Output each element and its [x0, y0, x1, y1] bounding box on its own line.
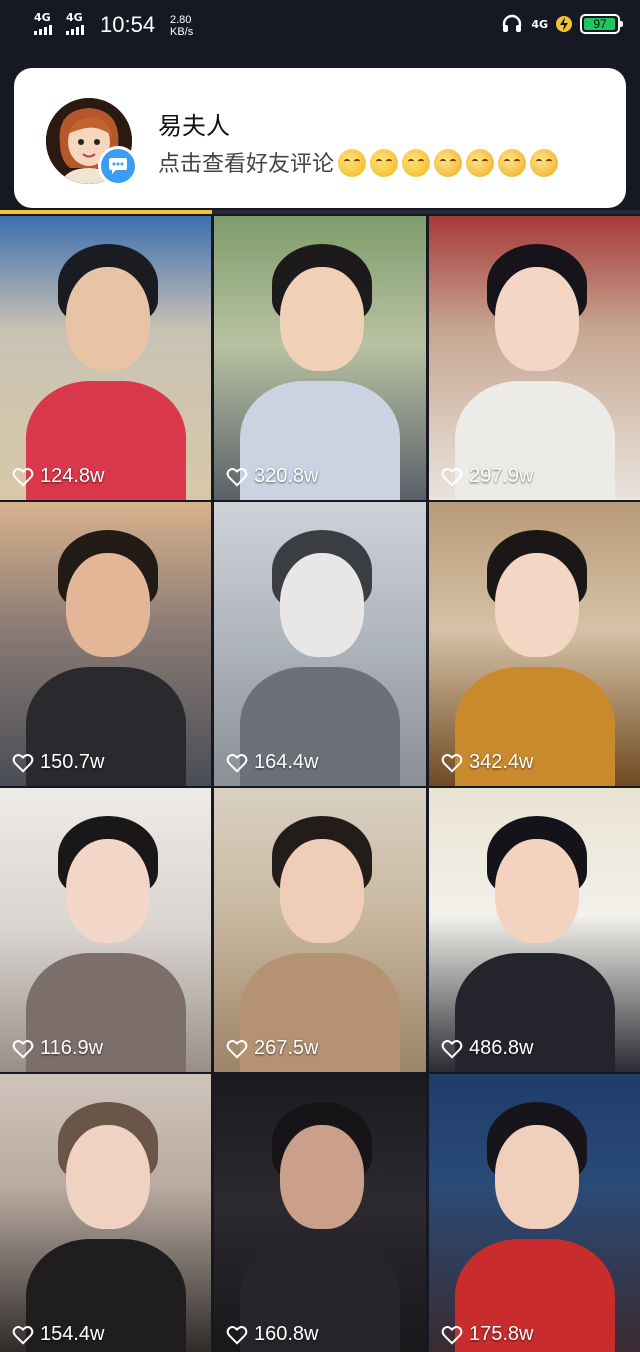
emoji-icon [338, 149, 367, 177]
video-thumbnail[interactable]: 342.4w [429, 502, 640, 786]
video-thumbnail[interactable]: 175.8w [429, 1074, 640, 1352]
clock: 10:54 [100, 12, 156, 37]
heart-icon [12, 467, 34, 487]
headset-icon [501, 14, 523, 34]
video-thumbnail[interactable]: 267.5w [214, 788, 426, 1072]
like-count-value: 320.8w [254, 465, 319, 487]
notification-message: 点击查看好友评论 [158, 146, 598, 180]
like-count: 154.4w [12, 1323, 105, 1346]
notification-message-text: 点击查看好友评论 [158, 152, 335, 177]
emoji-icon [498, 149, 527, 177]
like-count: 150.7w [12, 751, 105, 774]
chat-bubble-icon [98, 146, 138, 186]
like-count-value: 342.4w [469, 751, 534, 773]
like-count: 486.8w [441, 1037, 534, 1060]
signal-2-label: 4G [66, 11, 83, 24]
heart-icon [12, 753, 34, 773]
video-thumbnail[interactable]: 160.8w [214, 1074, 426, 1352]
thumbnail-person [230, 1074, 410, 1352]
emoji-icon [466, 149, 495, 177]
charging-bolt-icon [556, 14, 572, 34]
battery-icon: 97 [580, 14, 623, 34]
like-count-value: 154.4w [40, 1323, 105, 1345]
like-count-value: 267.5w [254, 1037, 319, 1059]
heart-icon [441, 467, 463, 487]
video-thumbnail[interactable]: 154.4w [0, 1074, 211, 1352]
network-type: 4G [531, 17, 548, 31]
heart-icon [441, 1039, 463, 1059]
thumbnail-person [16, 502, 196, 786]
emoji-icon [402, 149, 431, 177]
like-count-value: 164.4w [254, 751, 319, 773]
thumbnail-person [445, 216, 625, 500]
like-count-value: 150.7w [40, 751, 105, 773]
network-speed-value: 2.80 [170, 14, 192, 26]
heart-icon [226, 1039, 248, 1059]
heart-icon [441, 1325, 463, 1345]
heart-icon [226, 753, 248, 773]
video-thumbnail[interactable]: 164.4w [214, 502, 426, 786]
signal-bars-icon [34, 25, 52, 35]
thumbnail-person [230, 788, 410, 1072]
video-thumbnail[interactable]: 124.8w [0, 216, 211, 500]
signal-bars-icon [66, 25, 84, 35]
like-count-value: 116.9w [40, 1037, 104, 1059]
like-count-value: 175.8w [469, 1323, 534, 1345]
emoji-icon [530, 149, 559, 177]
like-count: 175.8w [441, 1323, 534, 1346]
like-count: 116.9w [12, 1037, 103, 1060]
like-count: 297.9w [441, 465, 534, 488]
video-thumbnail[interactable]: 486.8w [429, 788, 640, 1072]
thumbnail-person [230, 216, 410, 500]
tab-indicator [0, 210, 640, 214]
like-count: 160.8w [226, 1323, 319, 1346]
tab-indicator-fill [0, 210, 212, 214]
video-thumbnail[interactable]: 320.8w [214, 216, 426, 500]
sender-name: 易夫人 [158, 112, 230, 140]
thumbnail-person [445, 788, 625, 1072]
network-speed: 2.80 KB/s [170, 14, 193, 38]
like-count-value: 124.8w [40, 465, 105, 487]
video-thumbnail[interactable]: 116.9w [0, 788, 211, 1072]
heart-icon [226, 1325, 248, 1345]
like-count-value: 297.9w [469, 465, 534, 487]
like-count: 267.5w [226, 1037, 319, 1060]
signal-1: 4G [34, 12, 52, 35]
emoji-icon [434, 149, 463, 177]
like-count: 124.8w [12, 465, 105, 488]
like-count-value: 160.8w [254, 1323, 319, 1345]
thumbnail-person [445, 1074, 625, 1352]
emoji-icon [370, 149, 399, 177]
thumbnail-person [16, 216, 196, 500]
like-count: 342.4w [441, 751, 534, 774]
like-count: 320.8w [226, 465, 319, 488]
thumbnail-person [16, 788, 196, 1072]
heart-icon [441, 753, 463, 773]
heart-icon [12, 1325, 34, 1345]
status-bar: 4G 4G 10:54 2.80 KB/s 4G 97 [0, 0, 640, 52]
heart-icon [226, 467, 248, 487]
thumbnail-person [230, 502, 410, 786]
like-count: 164.4w [226, 751, 319, 774]
video-thumbnail[interactable]: 150.7w [0, 502, 211, 786]
battery-level: 97 [593, 17, 607, 31]
thumbnail-person [16, 1074, 196, 1352]
heart-icon [12, 1039, 34, 1059]
thumbnail-person [445, 502, 625, 786]
network-speed-unit: KB/s [170, 26, 194, 38]
video-thumbnail[interactable]: 297.9w [429, 216, 640, 500]
like-count-value: 486.8w [469, 1037, 534, 1059]
signal-1-label: 4G [34, 11, 51, 24]
signal-2: 4G [66, 12, 84, 35]
comment-notification[interactable]: 易夫人 点击查看好友评论 [14, 68, 626, 208]
